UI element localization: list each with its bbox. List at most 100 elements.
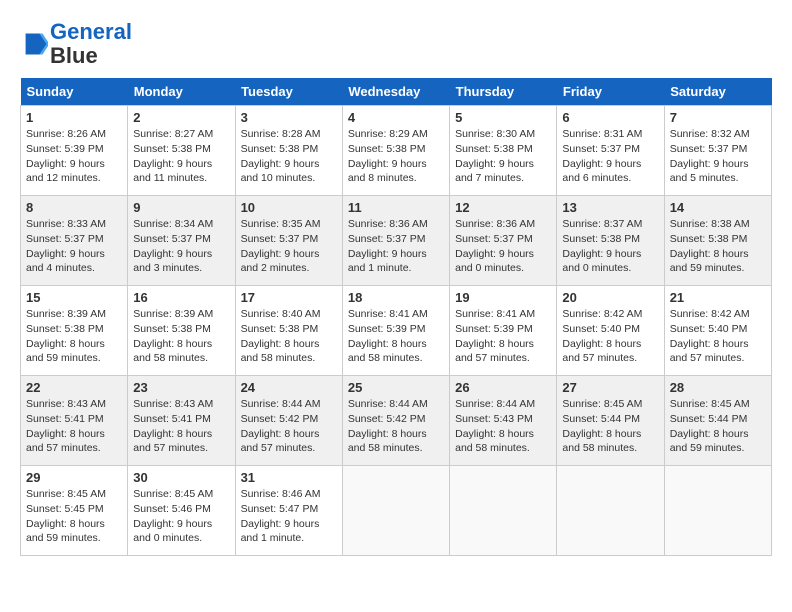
day-number: 7 <box>670 110 766 125</box>
day-number: 11 <box>348 200 444 215</box>
calendar-cell: 5 Sunrise: 8:30 AM Sunset: 5:38 PM Daylig… <box>450 106 557 196</box>
day-number: 28 <box>670 380 766 395</box>
day-info: Sunrise: 8:39 AM Sunset: 5:38 PM Dayligh… <box>26 307 122 366</box>
day-info: Sunrise: 8:41 AM Sunset: 5:39 PM Dayligh… <box>455 307 551 366</box>
day-number: 6 <box>562 110 658 125</box>
day-info: Sunrise: 8:40 AM Sunset: 5:38 PM Dayligh… <box>241 307 337 366</box>
calendar-cell: 26 Sunrise: 8:44 AM Sunset: 5:43 PM Dayli… <box>450 376 557 466</box>
day-number: 31 <box>241 470 337 485</box>
calendar-cell: 21 Sunrise: 8:42 AM Sunset: 5:40 PM Dayli… <box>664 286 771 376</box>
calendar-cell: 19 Sunrise: 8:41 AM Sunset: 5:39 PM Dayli… <box>450 286 557 376</box>
day-info: Sunrise: 8:42 AM Sunset: 5:40 PM Dayligh… <box>670 307 766 366</box>
day-info: Sunrise: 8:27 AM Sunset: 5:38 PM Dayligh… <box>133 127 229 186</box>
day-info: Sunrise: 8:26 AM Sunset: 5:39 PM Dayligh… <box>26 127 122 186</box>
day-info: Sunrise: 8:44 AM Sunset: 5:42 PM Dayligh… <box>348 397 444 456</box>
day-info: Sunrise: 8:45 AM Sunset: 5:45 PM Dayligh… <box>26 487 122 546</box>
day-info: Sunrise: 8:44 AM Sunset: 5:43 PM Dayligh… <box>455 397 551 456</box>
calendar-week-row: 8 Sunrise: 8:33 AM Sunset: 5:37 PM Daylig… <box>21 196 772 286</box>
day-info: Sunrise: 8:43 AM Sunset: 5:41 PM Dayligh… <box>133 397 229 456</box>
day-number: 22 <box>26 380 122 395</box>
day-info: Sunrise: 8:30 AM Sunset: 5:38 PM Dayligh… <box>455 127 551 186</box>
calendar-cell: 1 Sunrise: 8:26 AM Sunset: 5:39 PM Daylig… <box>21 106 128 196</box>
day-info: Sunrise: 8:45 AM Sunset: 5:44 PM Dayligh… <box>562 397 658 456</box>
calendar-cell: 7Sunrise: 8:32 AM Sunset: 5:37 PM Daylig… <box>664 106 771 196</box>
day-number: 1 <box>26 110 122 125</box>
calendar-cell <box>664 466 771 556</box>
day-info: Sunrise: 8:42 AM Sunset: 5:40 PM Dayligh… <box>562 307 658 366</box>
day-info: Sunrise: 8:41 AM Sunset: 5:39 PM Dayligh… <box>348 307 444 366</box>
day-number: 15 <box>26 290 122 305</box>
day-info: Sunrise: 8:38 AM Sunset: 5:38 PM Dayligh… <box>670 217 766 276</box>
calendar-cell: 12 Sunrise: 8:36 AM Sunset: 5:37 PM Dayli… <box>450 196 557 286</box>
day-number: 29 <box>26 470 122 485</box>
day-number: 5 <box>455 110 551 125</box>
day-number: 25 <box>348 380 444 395</box>
day-info: Sunrise: 8:44 AM Sunset: 5:42 PM Dayligh… <box>241 397 337 456</box>
calendar-cell: 3Sunrise: 8:28 AM Sunset: 5:38 PM Daylig… <box>235 106 342 196</box>
day-number: 18 <box>348 290 444 305</box>
day-info: Sunrise: 8:45 AM Sunset: 5:46 PM Dayligh… <box>133 487 229 546</box>
calendar-cell: 10Sunrise: 8:35 AM Sunset: 5:37 PM Dayli… <box>235 196 342 286</box>
calendar-cell: 25 Sunrise: 8:44 AM Sunset: 5:42 PM Dayli… <box>342 376 449 466</box>
calendar-cell: 8 Sunrise: 8:33 AM Sunset: 5:37 PM Daylig… <box>21 196 128 286</box>
day-info: Sunrise: 8:36 AM Sunset: 5:37 PM Dayligh… <box>348 217 444 276</box>
logo-icon <box>20 30 48 58</box>
header-friday: Friday <box>557 78 664 106</box>
day-info: Sunrise: 8:31 AM Sunset: 5:37 PM Dayligh… <box>562 127 658 186</box>
calendar-cell: 2Sunrise: 8:27 AM Sunset: 5:38 PM Daylig… <box>128 106 235 196</box>
day-info: Sunrise: 8:39 AM Sunset: 5:38 PM Dayligh… <box>133 307 229 366</box>
day-number: 27 <box>562 380 658 395</box>
calendar-cell: 9Sunrise: 8:34 AM Sunset: 5:37 PM Daylig… <box>128 196 235 286</box>
logo-text: GeneralBlue <box>50 20 132 68</box>
calendar-week-row: 22 Sunrise: 8:43 AM Sunset: 5:41 PM Dayli… <box>21 376 772 466</box>
day-number: 26 <box>455 380 551 395</box>
calendar-cell: 29 Sunrise: 8:45 AM Sunset: 5:45 PM Dayli… <box>21 466 128 556</box>
header-monday: Monday <box>128 78 235 106</box>
day-number: 19 <box>455 290 551 305</box>
calendar-cell <box>342 466 449 556</box>
header-thursday: Thursday <box>450 78 557 106</box>
calendar-cell: 11 Sunrise: 8:36 AM Sunset: 5:37 PM Dayli… <box>342 196 449 286</box>
calendar-cell: 28 Sunrise: 8:45 AM Sunset: 5:44 PM Dayli… <box>664 376 771 466</box>
logo: GeneralBlue <box>20 20 132 68</box>
header-saturday: Saturday <box>664 78 771 106</box>
day-info: Sunrise: 8:34 AM Sunset: 5:37 PM Dayligh… <box>133 217 229 276</box>
calendar-cell: 20 Sunrise: 8:42 AM Sunset: 5:40 PM Dayli… <box>557 286 664 376</box>
day-number: 3 <box>241 110 337 125</box>
day-info: Sunrise: 8:37 AM Sunset: 5:38 PM Dayligh… <box>562 217 658 276</box>
header-wednesday: Wednesday <box>342 78 449 106</box>
page-header: GeneralBlue <box>20 20 772 68</box>
day-number: 21 <box>670 290 766 305</box>
calendar-cell <box>450 466 557 556</box>
calendar-cell: 13 Sunrise: 8:37 AM Sunset: 5:38 PM Dayli… <box>557 196 664 286</box>
calendar-cell: 15 Sunrise: 8:39 AM Sunset: 5:38 PM Dayli… <box>21 286 128 376</box>
header-tuesday: Tuesday <box>235 78 342 106</box>
day-info: Sunrise: 8:36 AM Sunset: 5:37 PM Dayligh… <box>455 217 551 276</box>
day-number: 24 <box>241 380 337 395</box>
day-number: 13 <box>562 200 658 215</box>
calendar-cell: 31 Sunrise: 8:46 AM Sunset: 5:47 PM Dayli… <box>235 466 342 556</box>
calendar-cell: 4Sunrise: 8:29 AM Sunset: 5:38 PM Daylig… <box>342 106 449 196</box>
calendar-week-row: 1 Sunrise: 8:26 AM Sunset: 5:39 PM Daylig… <box>21 106 772 196</box>
day-info: Sunrise: 8:46 AM Sunset: 5:47 PM Dayligh… <box>241 487 337 546</box>
calendar-week-row: 29 Sunrise: 8:45 AM Sunset: 5:45 PM Dayli… <box>21 466 772 556</box>
day-info: Sunrise: 8:45 AM Sunset: 5:44 PM Dayligh… <box>670 397 766 456</box>
day-number: 23 <box>133 380 229 395</box>
day-number: 8 <box>26 200 122 215</box>
calendar-cell: 24 Sunrise: 8:44 AM Sunset: 5:42 PM Dayli… <box>235 376 342 466</box>
calendar-cell: 30Sunrise: 8:45 AM Sunset: 5:46 PM Dayli… <box>128 466 235 556</box>
calendar-cell: 22Sunrise: 8:43 AM Sunset: 5:41 PM Dayli… <box>21 376 128 466</box>
header-sunday: Sunday <box>21 78 128 106</box>
day-number: 14 <box>670 200 766 215</box>
day-info: Sunrise: 8:33 AM Sunset: 5:37 PM Dayligh… <box>26 217 122 276</box>
day-number: 16 <box>133 290 229 305</box>
day-number: 4 <box>348 110 444 125</box>
calendar-table: SundayMondayTuesdayWednesdayThursdayFrid… <box>20 78 772 556</box>
calendar-cell: 16 Sunrise: 8:39 AM Sunset: 5:38 PM Dayli… <box>128 286 235 376</box>
day-number: 10 <box>241 200 337 215</box>
day-number: 12 <box>455 200 551 215</box>
calendar-cell: 18 Sunrise: 8:41 AM Sunset: 5:39 PM Dayli… <box>342 286 449 376</box>
day-number: 20 <box>562 290 658 305</box>
calendar-week-row: 15 Sunrise: 8:39 AM Sunset: 5:38 PM Dayli… <box>21 286 772 376</box>
day-number: 17 <box>241 290 337 305</box>
